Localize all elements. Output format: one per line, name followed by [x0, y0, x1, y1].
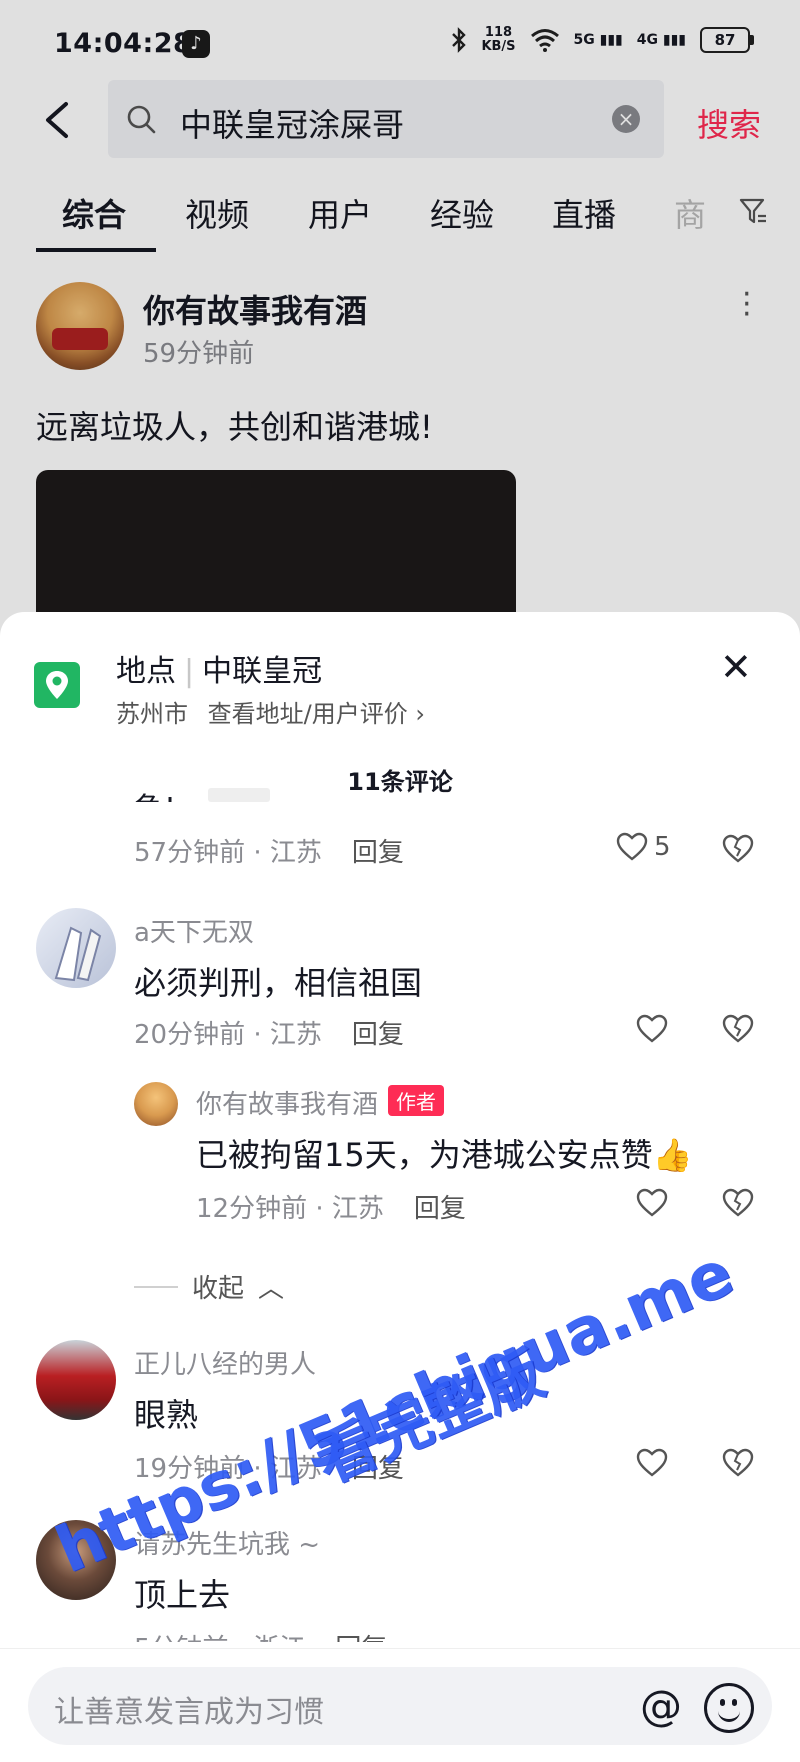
commenter-name[interactable]: a天下无双 [134, 912, 254, 949]
dim-overlay[interactable] [0, 0, 800, 640]
commenter-name[interactable]: 正儿八经的男人 [134, 1344, 316, 1381]
location-subtitle[interactable]: 苏州市 查看地址/用户评价 › [116, 694, 425, 729]
comment-count: 11条评论 [347, 768, 453, 796]
emoji-icon[interactable] [704, 1683, 754, 1733]
reply-button[interactable]: 回复 [352, 1020, 404, 1050]
heart-icon [616, 832, 648, 861]
comment-input-bar: 让善意发言成为习惯 @ [0, 1648, 800, 1762]
comment-text: 必须判刑，相信祖国 [134, 964, 423, 1002]
broken-heart-icon[interactable] [722, 1014, 754, 1044]
comment-text-cut: 急! [134, 784, 176, 802]
location-title[interactable]: 地点 | 中联皇冠 [116, 646, 322, 690]
reply-button[interactable]: 回复 [414, 1194, 466, 1224]
comment-input[interactable]: 让善意发言成为习惯 @ [28, 1667, 772, 1745]
divider [134, 1285, 178, 1288]
comment-meta: 20分钟前 · 江苏 回复 [134, 1020, 404, 1050]
mention-button[interactable]: @ [640, 1681, 682, 1730]
commenter-avatar[interactable] [36, 1340, 116, 1420]
like-count: 5 [654, 832, 671, 862]
reply-meta: 12分钟前 · 江苏 回复 [196, 1194, 466, 1224]
comment-text: 顶上去 [134, 1576, 231, 1614]
view-address-link[interactable]: 查看地址/用户评价 [208, 700, 408, 728]
reply-button[interactable]: 回复 [335, 1634, 387, 1642]
broken-heart-icon[interactable] [722, 1448, 754, 1478]
commenter-avatar[interactable] [36, 908, 116, 988]
reply-button[interactable]: 回复 [352, 838, 404, 868]
comment-tag [208, 788, 270, 802]
reply-author-name[interactable]: 你有故事我有酒 作者 [196, 1084, 445, 1121]
reply-author-avatar[interactable] [134, 1082, 178, 1126]
author-badge: 作者 [388, 1085, 445, 1116]
comments-sheet: 地点|中联皇冠 苏州市 查看地址/用户评价 › ✕ 11条评论 急! 57分钟前… [0, 612, 800, 1762]
like-button[interactable]: 5 [616, 832, 671, 862]
reply-text: 已被拘留15天，为港城公安点赞👍 [196, 1136, 693, 1174]
heart-icon[interactable] [636, 1448, 668, 1478]
comment-text: 眼熟 [134, 1396, 199, 1434]
heart-icon[interactable] [636, 1188, 668, 1218]
broken-heart-icon[interactable] [722, 834, 754, 864]
location-pin-icon [34, 662, 80, 708]
broken-heart-icon[interactable] [722, 1188, 754, 1218]
close-icon[interactable]: ✕ [720, 648, 752, 686]
comment-meta: 57分钟前 · 江苏 回复 [134, 838, 404, 868]
heart-icon[interactable] [636, 1014, 668, 1044]
chevron-right-icon: › [415, 700, 425, 728]
collapse-replies-button[interactable]: 收起 ︿ [134, 1268, 284, 1305]
comment-input-placeholder: 让善意发言成为习惯 [54, 1695, 324, 1730]
comment-meta: 5分钟前 · 浙江回复 [134, 1628, 387, 1642]
chevron-up-icon: ︿ [258, 1274, 285, 1304]
